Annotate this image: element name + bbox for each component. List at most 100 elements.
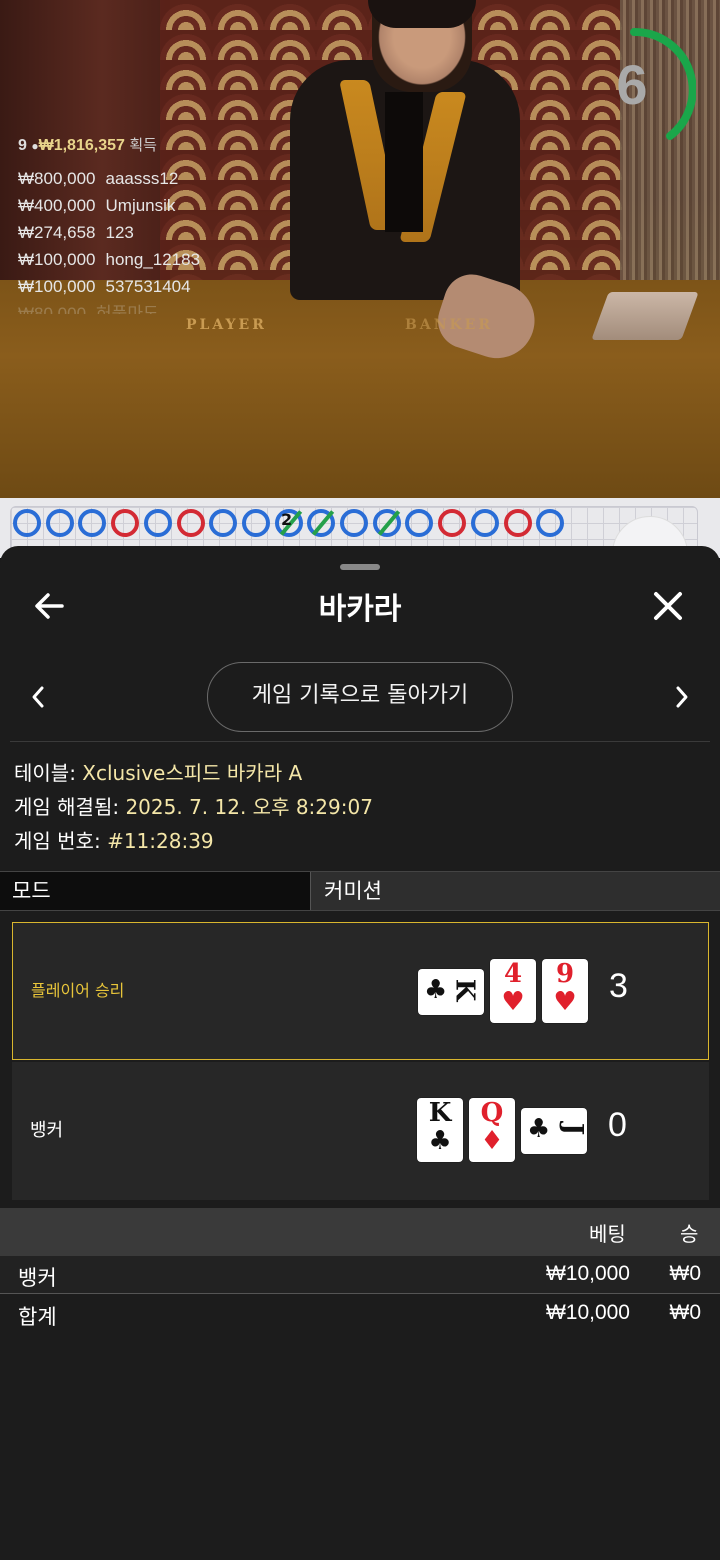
- winner-amount: ₩100,000: [18, 277, 96, 296]
- player-score: 3: [609, 967, 628, 1005]
- card-shoe: [591, 292, 699, 340]
- winner-name: hong_12183: [105, 250, 201, 269]
- winner-name: 123: [105, 223, 134, 242]
- sheet-grabber[interactable]: [340, 564, 380, 570]
- winners-list: 9 ●₩1,816,357 획득 ₩800,000 aaasss12 ₩400,0…: [18, 134, 200, 314]
- card-suit-icon: ♣: [428, 1126, 452, 1156]
- winners-header: 9 ●₩1,816,357 획득: [18, 134, 200, 155]
- header: 바카라: [0, 576, 720, 636]
- banker-result-label: 뱅커: [30, 1120, 64, 1141]
- bet-amount: ₩10,000: [545, 1262, 630, 1285]
- card-suit-icon: ♣: [424, 975, 448, 1005]
- previous-game-button[interactable]: [22, 680, 54, 714]
- player-bead: [470, 509, 499, 537]
- winner-row: ₩400,000 Umjunsik: [18, 192, 200, 219]
- info-value: #11:28:39: [107, 829, 214, 853]
- player-bead: [45, 509, 74, 537]
- banker-bead: [176, 509, 205, 537]
- player-result: 플레이어 승리 K ♣ 4 ♥ 9 ♥ 3: [12, 922, 709, 1060]
- bets-table-header: 베팅 승: [0, 1208, 720, 1256]
- table-label-player: PLAYER: [186, 317, 267, 333]
- live-video: PLAYER BANKER 6 9 ●₩1,816,357 획득 ₩800,00…: [0, 0, 720, 498]
- info-label: 게임 해결됨:: [14, 795, 126, 819]
- close-button[interactable]: [648, 586, 688, 626]
- playing-card: J ♣: [521, 1108, 588, 1154]
- win-amount: ₩0: [669, 1262, 702, 1285]
- back-to-history-button[interactable]: 게임 기록으로 돌아가기: [207, 662, 513, 732]
- winner-row: ₩100,000 537531404: [18, 273, 200, 300]
- history-navigation: 게임 기록으로 돌아가기: [0, 660, 720, 734]
- winner-amount: ₩800,000: [18, 169, 96, 188]
- player-bead: [536, 509, 565, 537]
- card-suit-icon: ♣: [527, 1114, 551, 1144]
- page-title: 바카라: [318, 592, 402, 627]
- info-label: 테이블:: [14, 761, 83, 785]
- tie-slash: [312, 510, 335, 536]
- tab-commission[interactable]: 커미션: [312, 872, 720, 910]
- game-info: 테이블: Xclusive스피드 바카라 A 게임 해결됨: 2025. 7. …: [14, 756, 373, 858]
- card-suit-icon: ♥: [501, 987, 525, 1017]
- playing-card: K ♣: [417, 1098, 463, 1162]
- winner-name: 허풍마도: [96, 304, 159, 314]
- close-icon: [654, 592, 682, 620]
- dealer-shirt: [385, 92, 423, 232]
- column-bet: 베팅: [589, 1222, 626, 1246]
- player-bead: [143, 509, 172, 537]
- person-icon: ●: [31, 139, 39, 153]
- countdown-number: 6: [616, 53, 648, 116]
- banker-bead: [503, 509, 532, 537]
- banker-bead: [438, 509, 467, 537]
- bet-name: 뱅커: [18, 1266, 57, 1290]
- winner-row: ₩100,000 hong_12183: [18, 246, 200, 273]
- info-value: Xclusive스피드 바카라 A: [82, 761, 303, 785]
- player-bead: [13, 509, 41, 537]
- card-rank: 4: [503, 959, 523, 989]
- column-win: 승: [680, 1222, 699, 1246]
- tie-count: 2: [281, 510, 293, 529]
- winner-amount: ₩400,000: [18, 196, 96, 215]
- card-rank: Q: [480, 1098, 504, 1128]
- tie-bead: [372, 509, 401, 537]
- total-label: 합계: [18, 1305, 57, 1329]
- winner-amount: ₩100,000: [18, 250, 96, 269]
- info-label: 게임 번호:: [14, 829, 108, 853]
- banker-score: 0: [608, 1106, 627, 1144]
- player-bead: [241, 509, 270, 537]
- chevron-right-icon: [676, 686, 688, 708]
- winner-name: Umjunsik: [105, 196, 176, 215]
- card-suit-icon: ♥: [553, 987, 577, 1017]
- info-table: 테이블: Xclusive스피드 바카라 A: [14, 756, 373, 790]
- tie-slash: [377, 510, 400, 536]
- winner-row: ₩80,000 허풍마도: [18, 300, 200, 314]
- winner-name: aaasss12: [105, 169, 179, 188]
- winner-row: ₩274,658 123: [18, 219, 200, 246]
- total-win: ₩0: [669, 1301, 702, 1324]
- divider: [10, 741, 710, 742]
- info-game-number: 게임 번호: #11:28:39: [14, 824, 373, 858]
- card-rank: 9: [555, 959, 575, 989]
- player-bead: [340, 509, 368, 537]
- table-row: 뱅커 ₩10,000 ₩0: [0, 1256, 720, 1294]
- playing-card: 9 ♥: [542, 959, 588, 1023]
- playing-card: Q ♦: [469, 1098, 515, 1162]
- playing-card: 4 ♥: [490, 959, 536, 1023]
- winners-suffix: 획득: [129, 137, 157, 154]
- next-game-button[interactable]: [666, 680, 698, 714]
- chevron-left-icon: [32, 686, 44, 708]
- tab-mode[interactable]: 모드: [0, 872, 311, 910]
- total-row: 합계 ₩10,000 ₩0: [0, 1295, 720, 1333]
- winner-row: ₩800,000 aaasss12: [18, 165, 200, 192]
- winner-amount: ₩274,658: [18, 223, 96, 242]
- player-result-label: 플레이어 승리: [31, 981, 125, 1000]
- winner-amount: ₩80,000: [18, 304, 87, 314]
- playing-card: K ♣: [418, 969, 484, 1015]
- table-label-banker: BANKER: [405, 317, 493, 333]
- game-detail-sheet: 바카라 게임 기록으로 돌아가기 테이블: Xclusive스피드 바카라 A …: [0, 546, 720, 1560]
- card-rank: J: [557, 1122, 588, 1136]
- info-resolved: 게임 해결됨: 2025. 7. 12. 오후 8:29:07: [14, 790, 373, 824]
- winner-name: 537531404: [105, 277, 191, 296]
- banker-bead: [111, 509, 140, 537]
- card-rank: K: [449, 978, 480, 1002]
- card-rank: K: [428, 1098, 452, 1128]
- mode-tabs: 모드 커미션: [0, 871, 720, 911]
